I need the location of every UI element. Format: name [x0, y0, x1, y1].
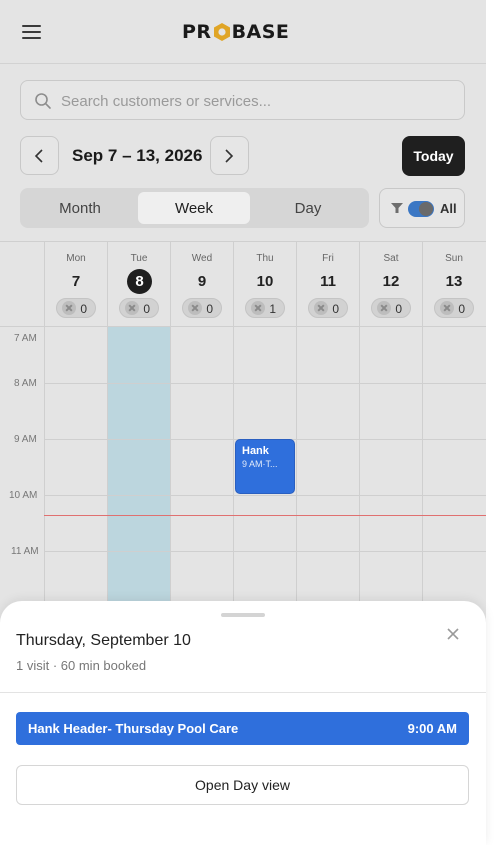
- top-bar: PR BASE: [0, 0, 486, 64]
- date-range-label: Sep 7 – 13, 2026: [72, 146, 203, 165]
- day-date: 7: [71, 273, 81, 290]
- visit-time: 9:00 AM: [407, 721, 457, 736]
- visit-count-badge[interactable]: 0: [56, 298, 96, 318]
- day-bottom-sheet: Thursday, September 10 1 visit · 60 min …: [0, 601, 486, 845]
- grid-column-line: [359, 326, 360, 626]
- current-time-indicator: [44, 515, 486, 516]
- sheet-title: Thursday, September 10: [16, 632, 191, 649]
- hexagon-nut-icon: [213, 23, 230, 41]
- next-week-button[interactable]: [210, 136, 249, 175]
- scroll-gutter: [486, 0, 500, 845]
- tab-month[interactable]: Month: [24, 192, 136, 224]
- funnel-icon: [391, 203, 403, 213]
- pool-icon: [314, 301, 328, 315]
- day-header-tue[interactable]: Tue 8 0: [107, 242, 170, 326]
- visit-count-badge[interactable]: 0: [371, 298, 411, 318]
- day-header-sun[interactable]: Sun 13 0: [422, 242, 485, 326]
- day-name: Wed: [191, 253, 213, 264]
- search-input[interactable]: [61, 89, 451, 113]
- day-date-current: 8: [127, 269, 152, 294]
- calendar-event[interactable]: Hank 9 AM·T...: [235, 439, 295, 494]
- chevron-right-icon: [225, 149, 234, 163]
- pool-icon: [62, 301, 76, 315]
- grid-hour-line: [44, 551, 486, 552]
- day-header-fri[interactable]: Fri 11 0: [296, 242, 359, 326]
- grid-hour-line: [44, 495, 486, 496]
- filter-toggle-button[interactable]: All: [379, 188, 465, 228]
- search-icon: [35, 93, 51, 109]
- day-name: Mon: [66, 253, 86, 264]
- sheet-subtitle: 1 visit · 60 min booked: [16, 658, 147, 673]
- day-name: Sun: [445, 253, 463, 264]
- visit-count-badge[interactable]: 0: [182, 298, 222, 318]
- today-button[interactable]: Today: [402, 136, 465, 176]
- view-switcher: Month Week Day: [20, 188, 369, 228]
- open-day-view-button[interactable]: Open Day view: [16, 765, 469, 805]
- grid-divider: [0, 326, 486, 327]
- grid-column-line: [44, 326, 45, 626]
- previous-week-button[interactable]: [20, 136, 59, 175]
- filter-switch[interactable]: [408, 201, 434, 217]
- day-header-mon[interactable]: Mon 7 0: [44, 242, 107, 326]
- event-time: 9 AM·T...: [242, 459, 278, 469]
- day-header-thu[interactable]: Thu 10 1: [233, 242, 296, 326]
- grid-hour-line: [44, 383, 486, 384]
- day-date: 9: [197, 273, 207, 290]
- search-bar[interactable]: [20, 80, 465, 120]
- grid-column-line: [296, 326, 297, 626]
- day-date: 13: [445, 273, 463, 290]
- close-icon[interactable]: [444, 625, 462, 643]
- grid-column-line: [233, 326, 234, 626]
- visit-count-badge[interactable]: 0: [434, 298, 474, 318]
- week-calendar: Mon 7 0 Tue 8 0 Wed 9 0 Thu 10 1 Fri 11 …: [0, 241, 486, 627]
- pool-icon: [125, 301, 139, 315]
- visit-count-badge[interactable]: 1: [245, 298, 285, 318]
- logo-text-left: PR: [182, 21, 212, 43]
- visit-count-badge[interactable]: 0: [308, 298, 348, 318]
- sheet-divider: [0, 692, 486, 693]
- pool-icon: [251, 301, 265, 315]
- chevron-left-icon: [34, 149, 43, 163]
- event-title: Hank: [242, 445, 269, 457]
- logo-text-right: BASE: [231, 21, 290, 43]
- visit-item[interactable]: Hank Header- Thursday Pool Care 9:00 AM: [16, 712, 469, 745]
- grid-column-line: [422, 326, 423, 626]
- pool-icon: [440, 301, 454, 315]
- today-column-highlight: [108, 327, 170, 627]
- day-name: Fri: [322, 253, 334, 264]
- pool-icon: [377, 301, 391, 315]
- filter-label: All: [440, 201, 457, 216]
- day-name: Tue: [130, 253, 148, 264]
- sheet-drag-handle[interactable]: [221, 613, 265, 617]
- time-label: 11 AM: [11, 546, 39, 557]
- visit-count-badge[interactable]: 0: [119, 298, 159, 318]
- time-label: 8 AM: [14, 378, 37, 389]
- grid-column-line: [107, 326, 108, 626]
- time-label: 7 AM: [14, 333, 37, 344]
- day-header-wed[interactable]: Wed 9 0: [170, 242, 233, 326]
- day-name: Sat: [383, 253, 399, 264]
- grid-column-line: [170, 326, 171, 626]
- visit-title: Hank Header- Thursday Pool Care: [28, 721, 239, 736]
- day-name: Thu: [256, 253, 274, 264]
- day-header-sat[interactable]: Sat 12 0: [359, 242, 422, 326]
- time-label: 9 AM: [14, 434, 37, 445]
- probase-logo: PR BASE: [182, 20, 289, 44]
- time-label: 10 AM: [9, 490, 38, 501]
- menu-icon[interactable]: [22, 24, 42, 40]
- pool-icon: [188, 301, 202, 315]
- day-date: 11: [320, 273, 336, 290]
- day-date: 12: [382, 273, 400, 290]
- tab-day[interactable]: Day: [252, 192, 364, 224]
- tab-week[interactable]: Week: [138, 192, 250, 224]
- day-date: 10: [256, 273, 274, 290]
